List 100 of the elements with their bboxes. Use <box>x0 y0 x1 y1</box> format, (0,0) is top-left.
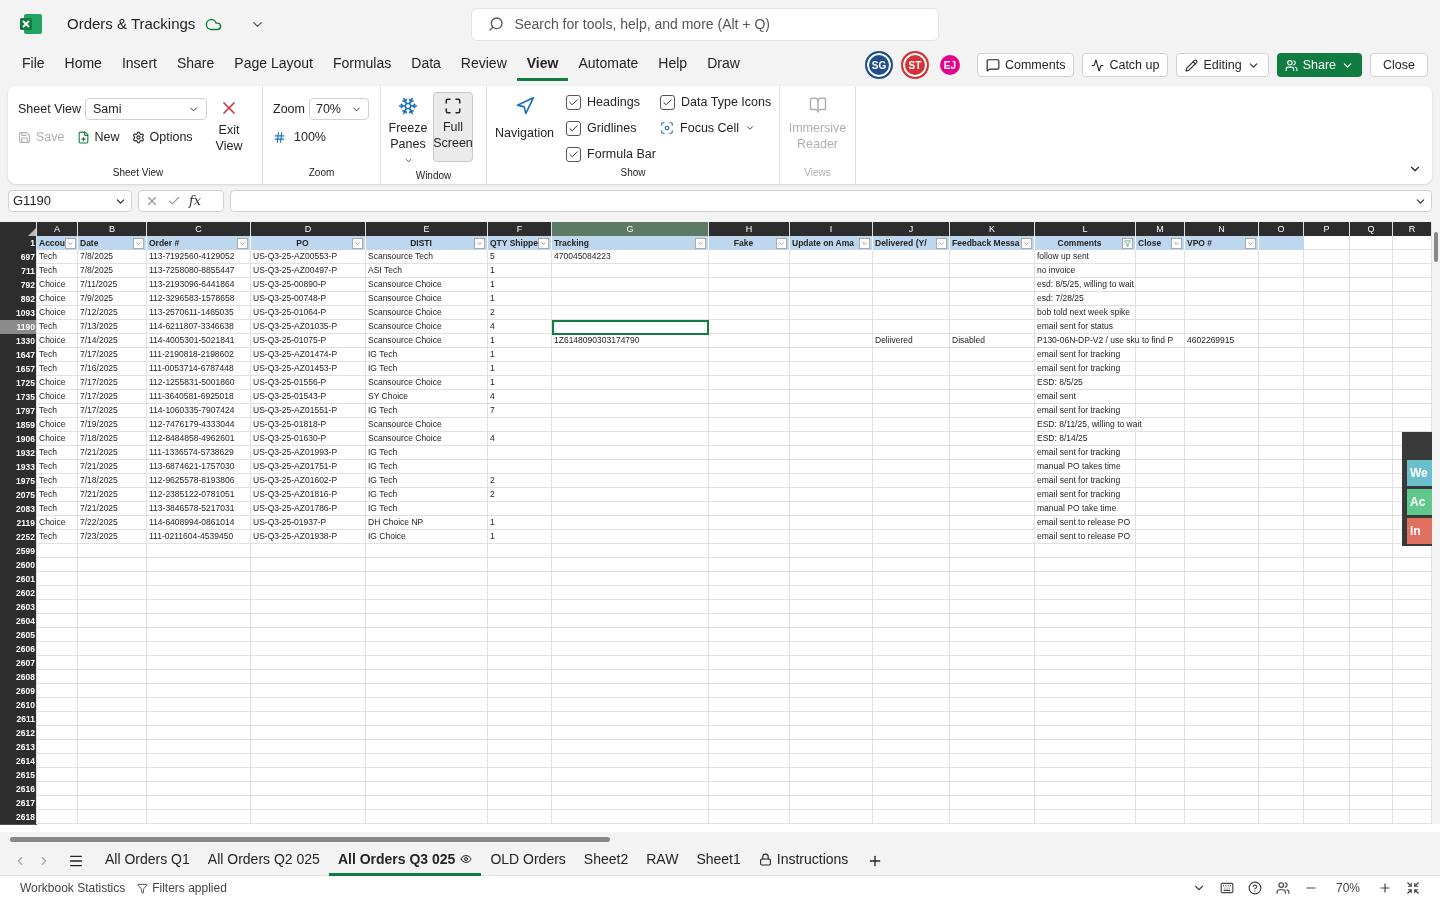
zoom-level[interactable]: 70% <box>1335 879 1360 897</box>
table-cell: 7 <box>490 405 495 415</box>
user-avatar[interactable]: ST <box>900 51 929 79</box>
show-checkbox[interactable]: Formula Bar <box>566 143 661 165</box>
filter-dropdown-button[interactable] <box>936 237 947 249</box>
table-cell: IG Tech <box>368 349 398 359</box>
filter-dropdown-button[interactable] <box>1171 237 1182 249</box>
show-checkbox[interactable]: Headings <box>566 92 661 114</box>
zoom-100-button[interactable]: 100% <box>273 128 370 147</box>
filter-dropdown-button[interactable] <box>133 237 144 249</box>
chevron-down-icon <box>239 239 246 247</box>
table-cell: US-Q3-25-01075-P <box>253 335 327 345</box>
header-cell: PO <box>251 236 366 250</box>
exit-full-screen-icon[interactable] <box>1406 881 1420 895</box>
menu-tab[interactable]: View <box>516 49 569 81</box>
table-cell: 470045084223 <box>554 251 611 261</box>
menu-tab[interactable]: Page Layout <box>224 49 323 81</box>
focus-cell-button[interactable]: Focus Cell <box>660 117 781 140</box>
enter-icon[interactable] <box>167 194 181 208</box>
filter-dropdown-button[interactable] <box>352 237 363 249</box>
menu-tab[interactable]: Home <box>54 49 112 81</box>
filter-dropdown-button[interactable] <box>237 237 248 249</box>
selected-cell[interactable] <box>552 320 709 335</box>
search-field[interactable]: Search for tools, help, and more (Alt + Q) <box>471 7 940 41</box>
user-avatar[interactable]: EJ <box>939 55 960 75</box>
table-cell: bob told next week spike <box>1037 307 1131 317</box>
table-cell: IG Tech <box>368 503 398 513</box>
filter-dropdown-button[interactable] <box>65 237 76 249</box>
filter-dropdown-button[interactable] <box>1021 237 1032 249</box>
exit-view-button[interactable]: Exit View <box>211 98 247 165</box>
sheet-tab[interactable]: All Orders Q1 <box>96 845 199 876</box>
app-logo-icon[interactable] <box>20 14 42 34</box>
show-checkbox[interactable]: Gridlines <box>566 117 661 140</box>
user-avatar[interactable]: SG <box>864 51 893 79</box>
help-icon[interactable] <box>1247 881 1262 895</box>
table-cell: Scansource Choice <box>368 335 442 345</box>
filter-dropdown-button[interactable] <box>776 237 787 249</box>
table-cell: 1 <box>490 265 495 275</box>
sheet-view-dropdown[interactable]: Sami <box>85 98 207 120</box>
table-cell: email sent for tracking <box>1037 363 1121 373</box>
table-cell: Tech <box>39 489 57 499</box>
zoom-dropdown[interactable]: 70% <box>308 98 369 120</box>
table-cell: 1 <box>490 531 495 541</box>
sheet-tab[interactable]: Sheet1 <box>687 845 750 876</box>
comments-button[interactable]: Comments <box>976 53 1075 77</box>
filter-dropdown-button[interactable] <box>859 237 870 249</box>
table-cell: 113-7192560-4129052 <box>149 251 235 261</box>
filter-applied-button[interactable] <box>1122 237 1133 249</box>
filter-dropdown-button[interactable] <box>538 237 550 249</box>
column-header[interactable]: G <box>552 222 709 236</box>
sheet-tab[interactable]: OLD Orders <box>481 845 575 876</box>
keyboard-icon[interactable] <box>1219 881 1234 895</box>
name-box[interactable]: G1190 <box>8 190 132 212</box>
menu-tab[interactable]: Help <box>648 49 698 81</box>
filter-dropdown-button[interactable] <box>1245 237 1256 249</box>
menu-tab[interactable]: Data <box>401 49 451 81</box>
group-label: Views <box>803 166 832 180</box>
sheet-tab[interactable]: Sheet2 <box>574 845 638 876</box>
editing-button[interactable]: Editing <box>1176 53 1269 77</box>
menu-tab[interactable]: Draw <box>697 49 750 81</box>
menu-tab[interactable]: Insert <box>111 49 167 81</box>
filter-dropdown-button[interactable] <box>474 237 485 249</box>
menu-tab[interactable]: Review <box>450 49 517 81</box>
show-checkbox[interactable]: Data Type Icons <box>660 92 781 114</box>
table-cell: 2 <box>490 489 495 499</box>
menu-tab[interactable]: File <box>12 49 55 81</box>
formula-input[interactable] <box>230 190 1432 212</box>
options-button[interactable]: Options <box>131 128 193 147</box>
close-button[interactable]: Close <box>1370 53 1428 77</box>
workbook-title[interactable]: Orders & Trackings <box>67 12 196 36</box>
share-button[interactable]: Share <box>1276 53 1363 77</box>
menu-tab[interactable]: Formulas <box>322 49 402 81</box>
freeze-panes-button[interactable]: Freeze Panes <box>387 92 429 168</box>
cancel-icon[interactable] <box>145 194 159 208</box>
insert-function-button[interactable]: fx <box>189 191 202 211</box>
table-cell: 7/18/2025 <box>80 433 118 443</box>
vertical-scrollbar[interactable] <box>1432 222 1440 824</box>
row-number[interactable]: 1 <box>0 236 37 250</box>
row-number[interactable]: 2618 <box>0 810 37 825</box>
workbook-statistics[interactable]: Workbook Statistics <box>20 879 126 897</box>
sheet-tab[interactable]: RAW <box>637 845 688 876</box>
filter-dropdown-button[interactable] <box>695 237 706 249</box>
catch-up-button[interactable]: Catch up <box>1082 53 1169 77</box>
table-cell: 114-1060335-7907424 <box>149 405 235 415</box>
table-cell: esd: 7/28/25 <box>1037 293 1084 303</box>
sheet-tab[interactable]: Instructions <box>749 845 858 876</box>
sheet-tab[interactable]: All Orders Q2 025 <box>198 845 329 876</box>
header-cell: QTY Shippe <box>488 236 552 250</box>
new-view-button[interactable]: New <box>76 128 120 147</box>
navigation-button[interactable]: Navigation <box>495 92 555 165</box>
table-cell: US-Q3-25-AZ01938-P <box>253 531 338 541</box>
table-cell: Scansource Choice <box>368 321 442 331</box>
eye-icon <box>460 853 473 865</box>
full-screen-button[interactable]: Full Screen <box>433 92 473 162</box>
table-cell: 7/12/2025 <box>80 307 118 317</box>
people-icon[interactable] <box>1275 881 1290 895</box>
zoom-in-icon[interactable] <box>1378 881 1392 895</box>
menu-tab[interactable]: Automate <box>568 49 649 81</box>
table-cell: US-Q3-25-AZ00553-P <box>253 251 338 261</box>
menu-tab[interactable]: Share <box>166 49 225 81</box>
